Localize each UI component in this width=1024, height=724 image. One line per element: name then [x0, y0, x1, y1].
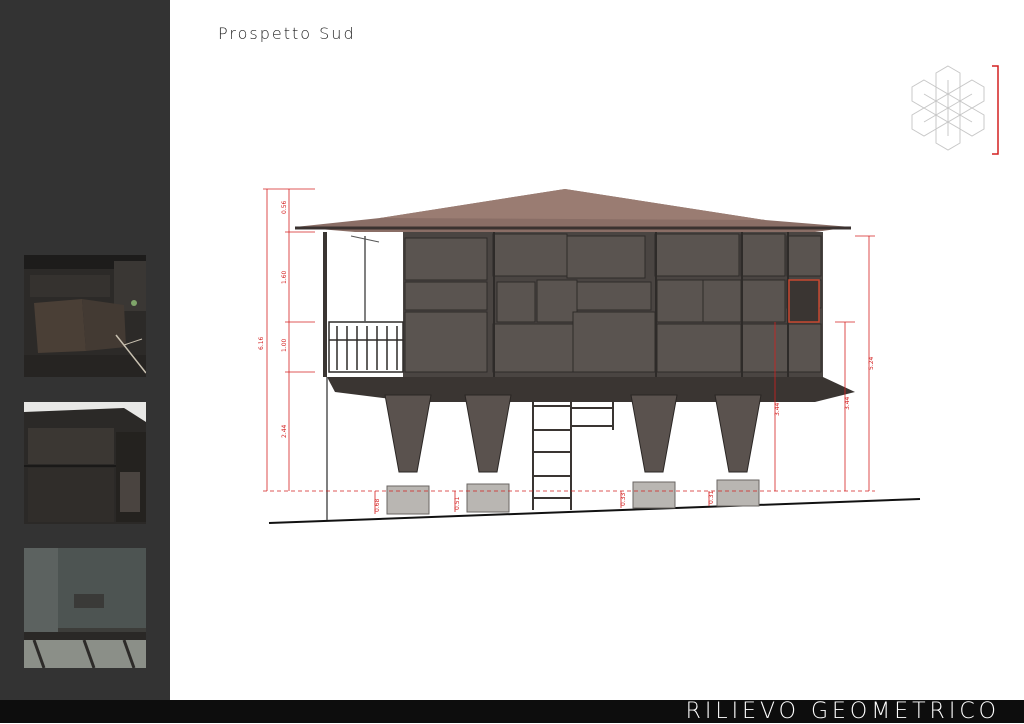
dim-total-left: 6.16: [258, 336, 265, 350]
dim-seg-2: 1.60: [281, 270, 288, 284]
footer-title: RILIEVO GEOMETRICO: [685, 699, 1000, 724]
footer-bar: RILIEVO GEOMETRICO: [0, 700, 1024, 723]
dim-pier-5: 0.31: [708, 490, 715, 504]
dim-pier-2: 0.51: [454, 496, 461, 510]
photo-detail-1: [24, 255, 146, 377]
dim-total-right: 5.24: [868, 356, 875, 370]
dim-pier-1: 0.68: [374, 498, 381, 512]
dim-seg-1: 0.56: [281, 200, 288, 214]
page-title: Prospetto Sud: [218, 24, 356, 43]
dim-right-mid: 3.44: [844, 396, 851, 410]
key-plan: [900, 62, 1004, 158]
photo-detail-3: [24, 548, 146, 668]
elevation-drawing: 6.16 0.56 1.60 1.00 2.44 5.24 3.44 0.68 …: [255, 180, 935, 530]
photo-detail-2: [24, 402, 146, 524]
sidebar-panel: [0, 0, 170, 700]
dim-pier-4: 3.44: [774, 402, 781, 416]
dim-seg-3: 1.00: [281, 338, 288, 352]
dim-pier-3: 0.33: [620, 492, 627, 506]
dim-seg-4: 2.44: [281, 424, 288, 438]
